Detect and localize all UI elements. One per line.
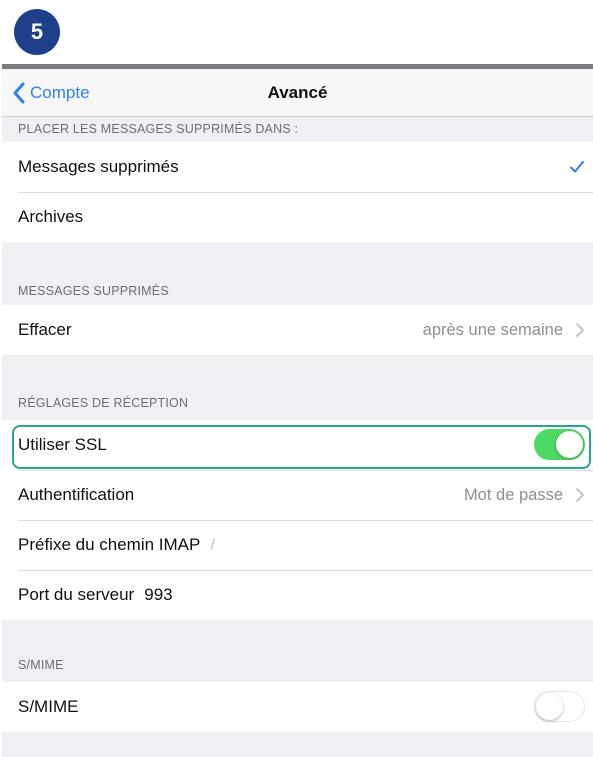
erase-row[interactable]: Effacer après une semaine [2, 305, 593, 355]
server-port-field[interactable]: 993 [144, 585, 172, 605]
server-port-label: Port du serveur [18, 585, 135, 604]
smime-label: S/MIME [18, 697, 79, 716]
group-deleted-messages: Effacer après une semaine [2, 305, 593, 355]
toggle-knob [556, 431, 583, 458]
group-incoming: Utiliser SSL Authentification Mot de pas… [2, 420, 593, 620]
use-ssl-toggle[interactable] [534, 429, 585, 460]
group-smime: S/MIME [2, 682, 593, 732]
use-ssl-label: Utiliser SSL [18, 435, 107, 454]
chevron-right-icon [576, 488, 584, 502]
option-archives[interactable]: Archives [2, 192, 593, 242]
option-label: Messages supprimés [18, 157, 179, 176]
toggle-knob [536, 693, 563, 720]
erase-value: après une semaine [422, 321, 563, 339]
erase-label: Effacer [18, 320, 72, 339]
option-label: Archives [18, 207, 84, 226]
imap-prefix-row[interactable]: Préfixe du chemin IMAP / [2, 520, 593, 570]
settings-screen: Compte Avancé PLACER LES MESSAGES SUPPRI… [2, 64, 593, 757]
section-header-deleted-messages: MESSAGES SUPPRIMÉS [18, 284, 169, 298]
group-deleted-destination: Messages supprimés Archives [2, 142, 593, 242]
imap-prefix-field[interactable]: / [210, 535, 215, 555]
smime-row: S/MIME [2, 682, 593, 732]
chevron-right-icon [576, 323, 584, 337]
navigation-bar: Compte Avancé [2, 69, 593, 117]
use-ssl-row: Utiliser SSL [2, 420, 593, 470]
option-messages-supprimes[interactable]: Messages supprimés [2, 142, 593, 192]
smime-toggle[interactable] [534, 691, 585, 722]
page-title: Avancé [267, 83, 328, 102]
imap-prefix-label: Préfixe du chemin IMAP [18, 535, 201, 554]
authentication-row[interactable]: Authentification Mot de passe [2, 470, 593, 520]
step-badge: 5 [14, 9, 60, 55]
section-header-deleted-destination: PLACER LES MESSAGES SUPPRIMÉS DANS : [18, 122, 299, 136]
authentication-label: Authentification [18, 485, 135, 504]
authentication-value: Mot de passe [463, 486, 563, 504]
server-port-row[interactable]: Port du serveur 993 [2, 570, 593, 620]
checkmark-icon [570, 161, 584, 173]
section-header-smime: S/MIME [18, 658, 64, 672]
section-header-incoming: RÉGLAGES DE RÉCEPTION [18, 396, 189, 410]
